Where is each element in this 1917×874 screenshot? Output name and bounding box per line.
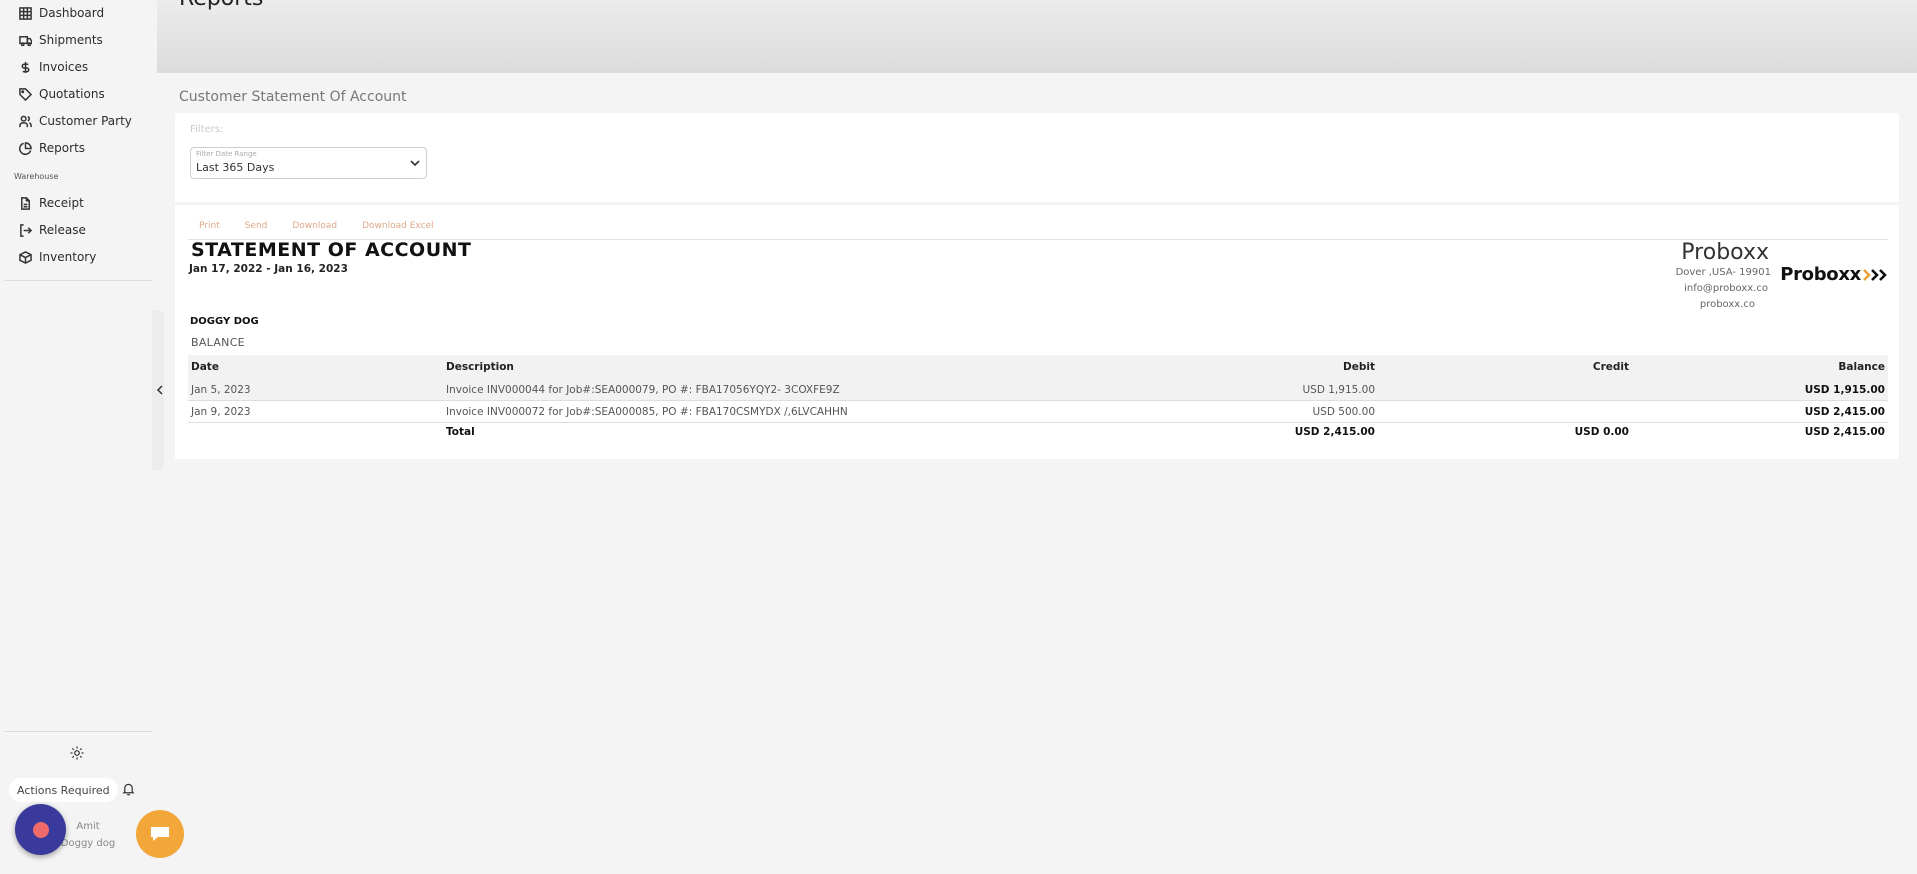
row-debit: USD 1,915.00 [1302,383,1375,396]
sidebar-item-label: Receipt [39,196,84,210]
row-debit: USD 500.00 [1312,405,1375,418]
sidebar-item-inventory[interactable]: Inventory [19,247,96,267]
file-icon [21,196,30,210]
company-website: proboxx.co [1699,299,1755,310]
sidebar-section-warehouse: Warehouse [14,172,59,181]
statement-card: Print Send Download Download Excel STATE… [175,205,1899,459]
record-button[interactable] [15,804,66,855]
row-description: Invoice INV000044 for Job#:SEA000079, PO… [446,383,840,396]
download-link[interactable]: Download [292,221,337,231]
sidebar-item-receipt[interactable]: Receipt [19,193,84,213]
section-title: Customer Statement Of Account [179,89,407,105]
tag-icon [19,87,32,101]
column-header-credit: Credit [1592,361,1629,373]
bell-icon[interactable] [122,782,135,796]
sidebar-item-dashboard[interactable]: Dashboard [19,3,104,23]
statement-table: Date Description Debit Credit Balance Ja… [188,355,1888,441]
truck-icon [19,35,32,46]
logo-text: Proboxx [1780,264,1861,285]
grid-icon [19,6,32,20]
actions-required-button[interactable]: Actions Required [9,778,118,802]
sidebar-footer-divider [4,731,152,732]
date-range-label: Filter Date Range [196,150,257,158]
total-label: Total [446,426,475,438]
table-header: Date Description Debit Credit Balance [188,355,1888,379]
log-out-icon [20,223,32,237]
customer-name: DOGGY DOG [190,316,259,327]
page-header: Reports [157,0,1917,73]
column-header-description: Description [446,361,514,373]
total-debit: USD 2,415.00 [1294,426,1375,438]
company-logo: Proboxx [1780,264,1888,285]
sidebar-item-label: Dashboard [39,6,105,20]
table-total-row: Total USD 2,415.00 USD 0.00 USD 2,415.00 [188,423,1888,441]
users-icon [19,115,32,127]
company-address: Dover ,USA- 19901 [1675,267,1771,278]
date-range-value: Last 365 Days [196,161,275,174]
row-description: Invoice INV000072 for Job#:SEA000085, PO… [446,405,848,418]
row-date: Jan 9, 2023 [191,405,251,418]
table-row: Jan 5, 2023 Invoice INV000044 for Job#:S… [188,379,1888,401]
total-credit: USD 0.00 [1574,426,1629,438]
row-balance: USD 1,915.00 [1804,383,1885,396]
print-link[interactable]: Print [199,221,220,231]
report-toolbar: Print Send Download Download Excel [199,221,459,231]
row-date: Jan 5, 2023 [191,383,251,396]
sidebar-item-label: Quotations [39,87,105,101]
chevron-left-icon [156,385,163,395]
company-email: info@proboxx.co [1684,283,1768,294]
sidebar-item-label: Invoices [39,60,89,74]
total-balance: USD 2,415.00 [1804,426,1885,438]
filters-card: Filters: Filter Date Range Last 365 Days [175,113,1899,202]
collapse-sidebar-button[interactable] [154,380,166,400]
sidebar-item-customer-party[interactable]: Customer Party [19,111,132,131]
column-header-balance: Balance [1838,361,1885,373]
sidebar-divider [4,280,152,281]
statement-title: STATEMENT OF ACCOUNT [191,239,472,261]
row-balance: USD 2,415.00 [1804,405,1885,418]
send-link[interactable]: Send [245,221,268,231]
column-header-date: Date [191,361,219,373]
balance-label: BALANCE [191,336,245,349]
double-chevron-icon [1863,268,1887,281]
statement-date-range: Jan 17, 2022 - Jan 16, 2023 [189,263,348,275]
sidebar-item-label: Release [39,223,86,237]
sidebar-item-invoices[interactable]: Invoices [19,57,88,77]
sidebar-item-quotations[interactable]: Quotations [19,84,105,104]
chevron-down-icon [410,160,420,167]
sidebar-item-reports[interactable]: Reports [19,138,85,158]
sidebar: Dashboard Shipments Invoices Quotations … [0,0,157,874]
date-range-select[interactable]: Filter Date Range Last 365 Days [190,147,427,179]
chat-icon [151,827,169,841]
sidebar-item-label: Inventory [39,250,97,264]
sidebar-item-label: Shipments [39,33,103,47]
dollar-icon [21,61,30,73]
box-icon [19,250,32,264]
chat-button[interactable] [136,810,184,858]
download-excel-link[interactable]: Download Excel [362,221,433,231]
company-name: Proboxx [1681,240,1769,265]
sidebar-item-label: Customer Party [39,114,132,128]
theme-toggle-icon[interactable] [70,746,84,760]
filters-label: Filters: [190,124,224,135]
column-header-debit: Debit [1343,361,1375,373]
user-name: Amit [76,821,100,832]
user-company: Doggy dog [60,838,116,849]
page-title: Reports [179,0,263,11]
sidebar-item-shipments[interactable]: Shipments [19,30,103,50]
pie-chart-icon [19,141,32,155]
record-dot-icon [32,821,49,838]
sidebar-item-release[interactable]: Release [19,220,86,240]
sidebar-item-label: Reports [39,141,86,155]
table-row: Jan 9, 2023 Invoice INV000072 for Job#:S… [188,401,1888,423]
